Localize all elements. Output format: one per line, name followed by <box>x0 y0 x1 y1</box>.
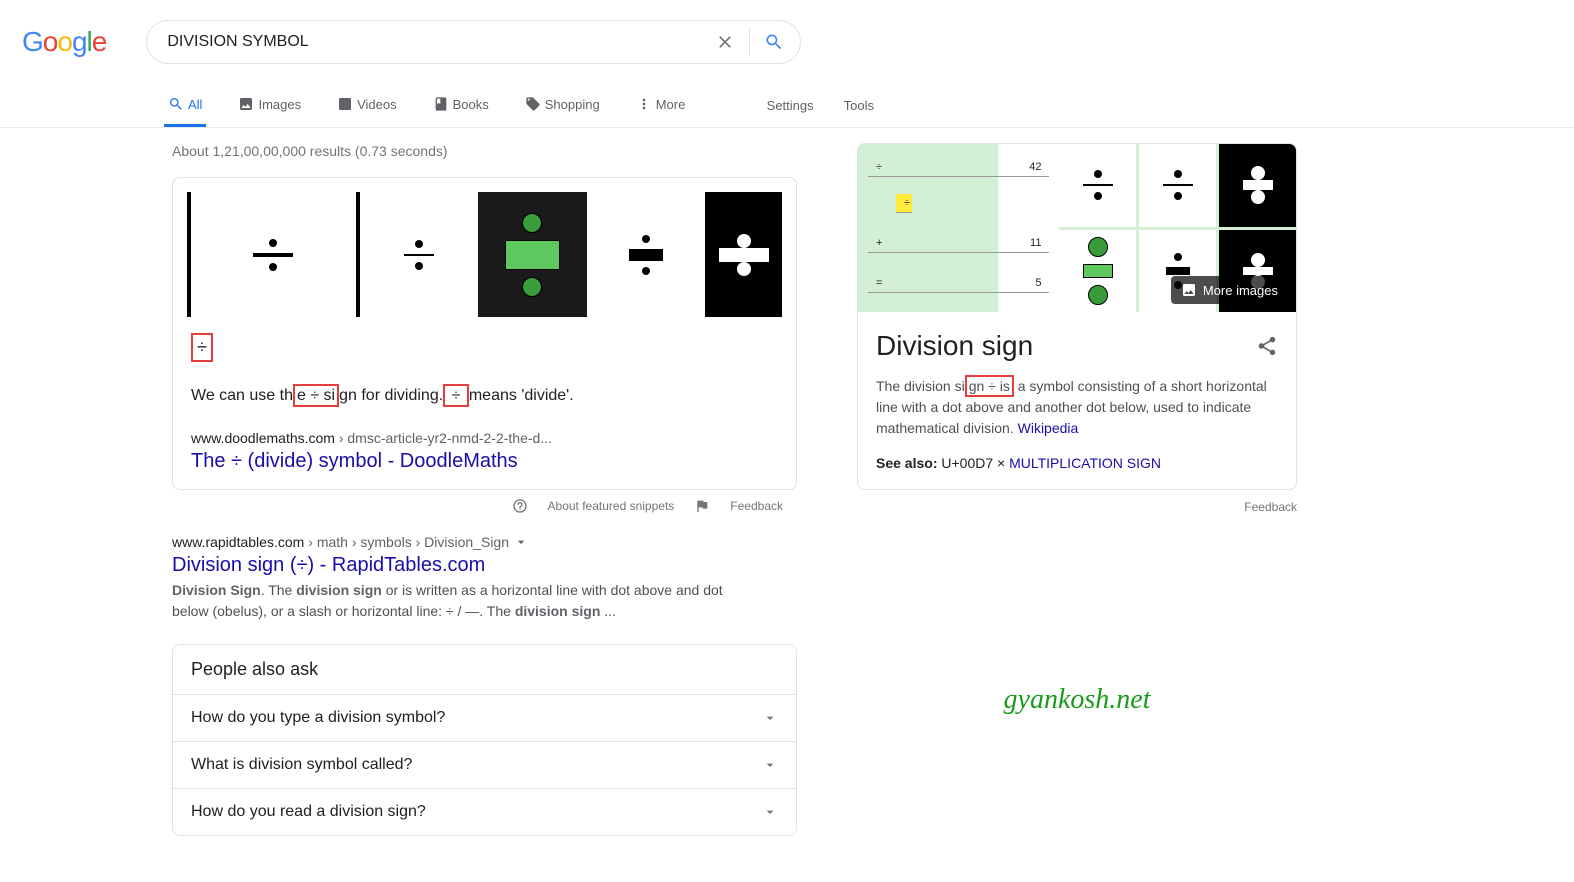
featured-thumb[interactable] <box>364 192 474 317</box>
featured-thumb[interactable] <box>705 192 782 317</box>
tab-label: More <box>656 97 686 112</box>
chevron-down-icon[interactable] <box>513 534 529 550</box>
paa-question[interactable]: How do you read a division sign? <box>173 788 796 835</box>
wikipedia-link[interactable]: Wikipedia <box>1018 420 1079 436</box>
image-icon <box>1181 282 1197 298</box>
tab-all[interactable]: All <box>164 84 206 127</box>
result-stats: About 1,21,00,00,000 results (0.73 secon… <box>172 143 797 159</box>
tab-label: All <box>188 97 202 112</box>
featured-url: www.doodlemaths.com › dmsc-article-yr2-n… <box>191 430 778 446</box>
featured-text: We can use the ÷ sign for dividing. ÷ me… <box>191 384 778 408</box>
kp-thumb[interactable] <box>1059 230 1136 313</box>
feedback-link[interactable]: Feedback <box>730 499 783 513</box>
watermark: gyankosh.net <box>857 684 1297 716</box>
kp-thumb[interactable] <box>1139 144 1216 227</box>
chevron-down-icon <box>762 710 778 726</box>
tab-label: Books <box>453 97 489 112</box>
feedback-link[interactable]: Feedback <box>857 500 1297 514</box>
clear-search-button[interactable] <box>707 24 743 60</box>
result-snippet: Division Sign. The division sign or is w… <box>172 580 732 622</box>
tab-videos[interactable]: Videos <box>333 84 401 127</box>
divider <box>749 28 750 56</box>
settings-link[interactable]: Settings <box>767 98 814 113</box>
division-symbol-icon: ÷ <box>191 333 213 362</box>
chevron-down-icon <box>762 757 778 773</box>
result-title-link[interactable]: Division sign (÷) - RapidTables.com <box>172 554 797 577</box>
kp-thumb[interactable] <box>1059 144 1136 227</box>
tab-images[interactable]: Images <box>234 84 305 127</box>
image-icon <box>238 96 254 112</box>
tab-shopping[interactable]: Shopping <box>521 84 604 127</box>
kp-title: Division sign <box>876 330 1033 362</box>
chevron-down-icon <box>762 804 778 820</box>
more-vert-icon <box>636 96 652 112</box>
tools-link[interactable]: Tools <box>844 98 874 113</box>
google-logo[interactable]: Google <box>22 26 106 58</box>
search-icon <box>168 96 184 112</box>
flag-icon <box>694 498 710 514</box>
featured-thumb[interactable] <box>591 192 701 317</box>
kp-thumb[interactable] <box>1219 144 1296 227</box>
video-icon <box>337 96 353 112</box>
tab-more[interactable]: More <box>632 84 690 127</box>
tab-label: Shopping <box>545 97 600 112</box>
search-box <box>146 20 801 64</box>
people-also-ask: People also ask How do you type a divisi… <box>172 644 797 836</box>
paa-question[interactable]: What is division symbol called? <box>173 741 796 788</box>
featured-snippet: ÷ We can use the ÷ sign for dividing. ÷ … <box>172 177 797 490</box>
search-result: www.rapidtables.com › math › symbols › D… <box>172 534 797 622</box>
tag-icon <box>525 96 541 112</box>
featured-thumb[interactable] <box>187 192 360 317</box>
kp-description: The division sign ÷ is a symbol consisti… <box>858 376 1296 455</box>
paa-question[interactable]: How do you type a division symbol? <box>173 694 796 741</box>
featured-image-row <box>173 178 796 317</box>
result-url[interactable]: www.rapidtables.com › math › symbols › D… <box>172 534 797 550</box>
share-icon[interactable] <box>1256 335 1278 357</box>
book-icon <box>433 96 449 112</box>
kp-seealso: See also: U+00D7 × MULTIPLICATION SIGN <box>858 455 1296 489</box>
about-snippets-link[interactable]: About featured snippets <box>548 499 675 513</box>
tab-books[interactable]: Books <box>429 84 493 127</box>
close-icon <box>715 32 735 52</box>
search-button[interactable] <box>756 24 792 60</box>
search-icon <box>764 32 784 52</box>
featured-thumb[interactable] <box>478 192 588 317</box>
knowledge-panel: ÷42 ÷ +11 =5 More images <box>857 143 1297 490</box>
more-images-button[interactable]: More images <box>1171 276 1288 304</box>
multiplication-sign-link[interactable]: MULTIPLICATION SIGN <box>1009 455 1161 471</box>
tab-label: Videos <box>357 97 397 112</box>
search-input[interactable] <box>167 33 707 51</box>
kp-image-collage[interactable]: ÷42 ÷ +11 =5 More images <box>858 144 1296 312</box>
paa-title: People also ask <box>173 645 796 694</box>
featured-title-link[interactable]: The ÷ (divide) symbol - DoodleMaths <box>191 450 778 473</box>
help-icon <box>512 498 528 514</box>
tab-label: Images <box>258 97 301 112</box>
